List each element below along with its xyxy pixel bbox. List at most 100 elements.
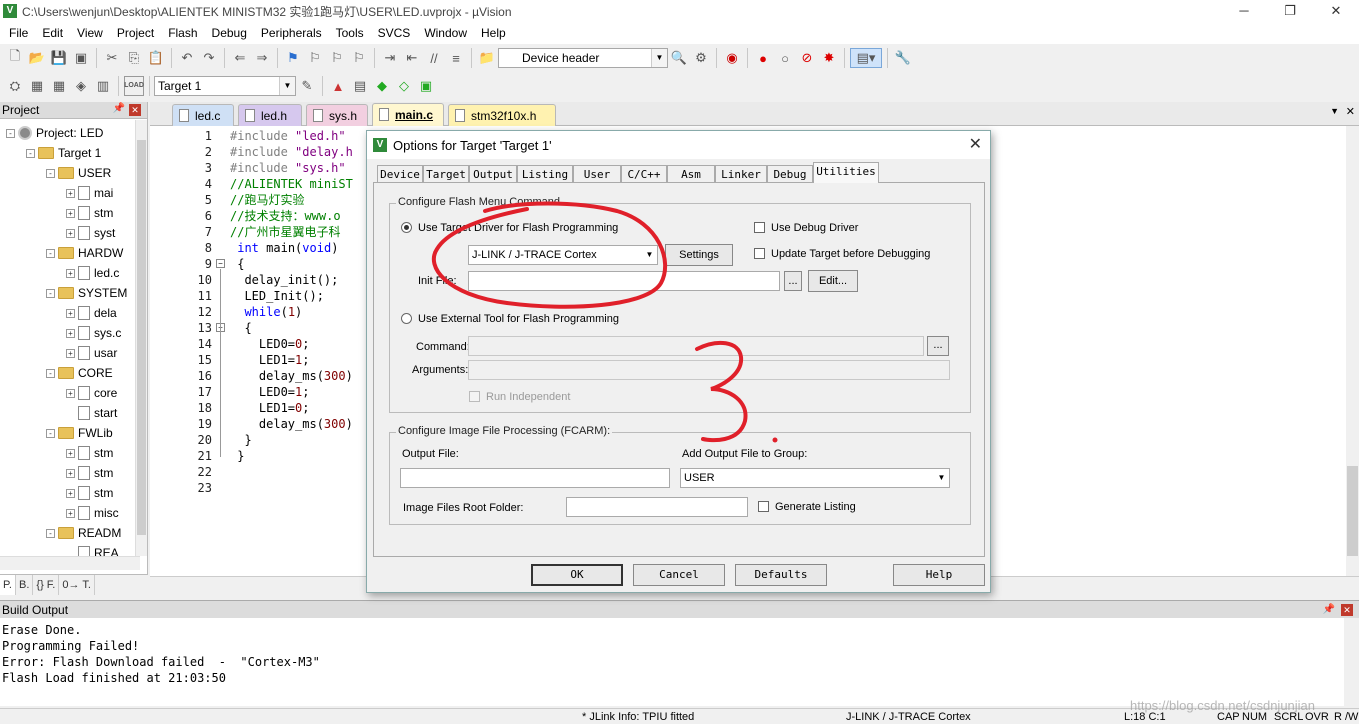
tree-item[interactable]: + core bbox=[66, 383, 117, 403]
pin-icon[interactable]: 📌 bbox=[113, 103, 125, 114]
tab-utilities[interactable]: Utilities bbox=[813, 162, 879, 183]
menu-file[interactable]: File bbox=[2, 22, 35, 44]
expand-icon[interactable]: + bbox=[66, 508, 75, 518]
build-output-text[interactable]: Erase Done. Programming Failed! Error: Fla… bbox=[0, 618, 1344, 706]
bookmark-icon[interactable]: ⚑ bbox=[283, 48, 303, 68]
save-all-icon[interactable]: ▣ bbox=[71, 48, 91, 68]
menu-flash[interactable]: Flash bbox=[161, 22, 204, 44]
editor-vscrollbar[interactable] bbox=[1346, 126, 1359, 576]
use-external-tool-radio[interactable] bbox=[401, 313, 412, 324]
tree-item[interactable]: + stm bbox=[66, 203, 113, 223]
new-file-icon[interactable]: 🗋 bbox=[5, 48, 25, 68]
run-independent-checkbox[interactable] bbox=[469, 391, 480, 402]
next-bookmark-icon[interactable]: ⚐ bbox=[327, 48, 347, 68]
configure-wrench-icon[interactable]: 🔧 bbox=[893, 48, 913, 68]
editor-tab[interactable]: led.c bbox=[172, 104, 234, 126]
tree-item[interactable]: - READM bbox=[46, 523, 121, 543]
tree-item[interactable]: + led.c bbox=[66, 263, 119, 283]
collapse-icon[interactable]: - bbox=[46, 248, 55, 258]
output-file-input[interactable] bbox=[400, 468, 670, 488]
menu-peripherals[interactable]: Peripherals bbox=[254, 22, 329, 44]
init-file-input[interactable] bbox=[468, 271, 780, 291]
editor-tab[interactable]: stm32f10x.h bbox=[448, 104, 556, 126]
collapse-icon[interactable]: - bbox=[26, 148, 35, 158]
maximize-button[interactable]: ❐ bbox=[1267, 0, 1313, 22]
edit-button[interactable]: Edit... bbox=[808, 270, 858, 292]
find-in-files-icon[interactable]: 📁 bbox=[477, 48, 497, 68]
flash-driver-select[interactable]: J-LINK / J-TRACE Cortex ▼ bbox=[468, 245, 658, 265]
cut-icon[interactable]: ✂ bbox=[102, 48, 122, 68]
settings-button[interactable]: Settings bbox=[665, 244, 733, 266]
collapse-icon[interactable]: - bbox=[46, 528, 55, 538]
incremental-find-icon[interactable]: ⚙ bbox=[691, 48, 711, 68]
close-icon[interactable]: ✕ bbox=[969, 134, 982, 154]
tab-books[interactable]: B. bbox=[16, 575, 34, 595]
tree-item[interactable]: - Project: LED bbox=[6, 123, 103, 143]
comment-icon[interactable]: // bbox=[424, 48, 444, 68]
pack-installer-icon[interactable]: ◇ bbox=[394, 76, 414, 96]
unindent-icon[interactable]: ⇤ bbox=[402, 48, 422, 68]
tree-item[interactable]: - CORE bbox=[46, 363, 113, 383]
tree-item[interactable]: + mai bbox=[66, 183, 113, 203]
menu-view[interactable]: View bbox=[70, 22, 110, 44]
download-load-icon[interactable]: LOAD bbox=[124, 76, 144, 96]
window-layout-icon[interactable]: ▤▾ bbox=[850, 48, 882, 68]
expand-icon[interactable]: + bbox=[66, 228, 75, 238]
chevron-down-icon[interactable]: ▼ bbox=[642, 246, 657, 264]
indent-icon[interactable]: ⇥ bbox=[380, 48, 400, 68]
tree-item[interactable]: + stm bbox=[66, 443, 113, 463]
expand-icon[interactable]: + bbox=[66, 308, 75, 318]
init-file-browse-button[interactable]: ... bbox=[784, 271, 802, 291]
chevron-down-icon[interactable]: ▼ bbox=[279, 77, 295, 95]
update-target-checkbox[interactable] bbox=[754, 248, 765, 259]
uncomment-icon[interactable]: ≡ bbox=[446, 48, 466, 68]
find-icon[interactable]: 🔍 bbox=[669, 48, 689, 68]
tree-item[interactable]: - HARDW bbox=[46, 243, 123, 263]
cancel-button[interactable]: Cancel bbox=[633, 564, 725, 586]
tree-item[interactable]: - USER bbox=[46, 163, 111, 183]
paste-icon[interactable]: 📋 bbox=[146, 48, 166, 68]
tab-list-chevron-icon[interactable]: ▼ bbox=[1330, 106, 1339, 116]
tab-functions[interactable]: {} F. bbox=[33, 575, 60, 595]
menu-help[interactable]: Help bbox=[474, 22, 513, 44]
close-window-button[interactable]: ✕ bbox=[1313, 0, 1359, 22]
collapse-icon[interactable]: - bbox=[46, 428, 55, 438]
command-browse-button[interactable]: ... bbox=[927, 336, 949, 356]
pin-icon[interactable]: 📌 bbox=[1323, 601, 1335, 619]
editor-tab[interactable]: sys.h bbox=[306, 104, 368, 126]
fold-toggle-icon[interactable]: − bbox=[216, 259, 225, 268]
select-packs-icon[interactable]: ◆ bbox=[372, 76, 392, 96]
rebuild-icon[interactable]: ▦ bbox=[49, 76, 69, 96]
menu-svcs[interactable]: SVCS bbox=[371, 22, 418, 44]
software-packs-icon[interactable]: ▣ bbox=[416, 76, 436, 96]
tab-c-cpp[interactable]: C/C++ bbox=[621, 165, 667, 183]
tree-item[interactable]: + usar bbox=[66, 343, 117, 363]
breakpoint-icon[interactable]: ● bbox=[753, 48, 773, 68]
start-debug-icon[interactable]: ◉ bbox=[722, 48, 742, 68]
tab-target[interactable]: Target bbox=[423, 165, 469, 183]
tree-item[interactable]: + stm bbox=[66, 483, 113, 503]
expand-icon[interactable]: + bbox=[66, 488, 75, 498]
close-panel-icon[interactable]: ✕ bbox=[129, 104, 141, 116]
tree-item[interactable]: start bbox=[66, 403, 117, 423]
expand-icon[interactable]: + bbox=[66, 388, 75, 398]
menu-edit[interactable]: Edit bbox=[35, 22, 70, 44]
use-target-driver-radio[interactable] bbox=[401, 222, 412, 233]
tree-item[interactable]: + misc bbox=[66, 503, 119, 523]
open-folder-icon[interactable]: 📂 bbox=[27, 48, 47, 68]
expand-icon[interactable]: + bbox=[66, 188, 75, 198]
tree-item[interactable]: + syst bbox=[66, 223, 115, 243]
menu-project[interactable]: Project bbox=[110, 22, 161, 44]
disable-breakpoint-icon[interactable]: ○ bbox=[775, 48, 795, 68]
editor-tab[interactable]: led.h bbox=[238, 104, 302, 126]
expand-icon[interactable]: + bbox=[66, 468, 75, 478]
tab-linker[interactable]: Linker bbox=[715, 165, 767, 183]
stop-build-icon[interactable]: ▥ bbox=[93, 76, 113, 96]
nav-forward-icon[interactable]: ⇒ bbox=[252, 48, 272, 68]
target-select[interactable]: Target 1 ▼ bbox=[154, 76, 296, 96]
nav-back-icon[interactable]: ⇐ bbox=[230, 48, 250, 68]
copy-icon[interactable]: ⎘ bbox=[124, 48, 144, 68]
collapse-icon[interactable]: - bbox=[6, 128, 15, 138]
expand-icon[interactable]: + bbox=[66, 448, 75, 458]
tab-device[interactable]: Device bbox=[377, 165, 423, 183]
